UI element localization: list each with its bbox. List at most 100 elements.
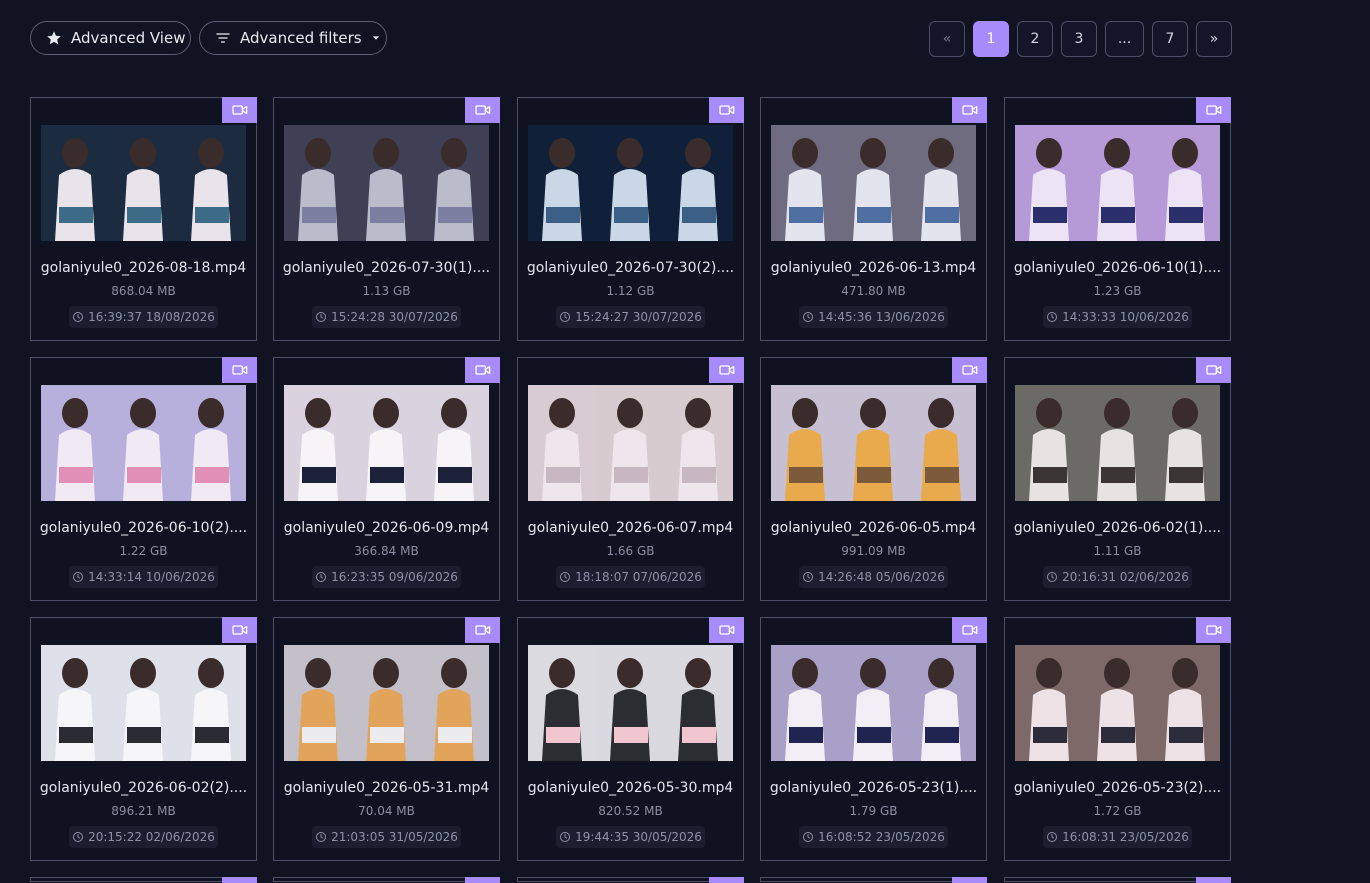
video-thumbnail[interactable] [284,645,489,761]
file-date: 19:44:35 30/05/2026 [556,826,705,848]
file-size: 820.52 MB [598,804,663,818]
advanced-view-label: Advanced View [71,29,186,47]
advanced-filters-button[interactable]: Advanced filters [199,21,387,55]
clock-icon [1047,572,1058,582]
file-card[interactable] [30,877,257,883]
video-camera-icon [474,625,490,635]
file-name: golaniyule0_2026-05-30.mp4 [527,780,734,796]
file-card[interactable]: golaniyule0_2026-06-02(2).... 896.21 MB 20… [30,617,257,861]
video-badge [1196,357,1231,383]
file-card[interactable]: golaniyule0_2026-06-13.mp4 471.80 MB 14:45… [760,97,987,341]
video-camera-icon [474,105,490,115]
file-date: 14:33:14 10/06/2026 [69,566,218,588]
pagination-page-1[interactable]: 1 [973,21,1009,57]
video-badge [1196,877,1231,883]
file-date-text: 16:08:52 23/05/2026 [818,830,945,844]
file-card[interactable]: golaniyule0_2026-05-30.mp4 820.52 MB 19:44… [517,617,744,861]
pagination-page-7[interactable]: 7 [1152,21,1188,57]
clock-icon [803,832,814,842]
pagination-ellipsis[interactable]: ... [1105,21,1144,57]
pagination-page-2[interactable]: 2 [1017,21,1053,57]
file-date: 16:23:35 09/06/2026 [312,566,461,588]
file-card[interactable]: golaniyule0_2026-06-09.mp4 366.84 MB 16:23… [273,357,500,601]
file-date: 14:33:33 10/06/2026 [1043,306,1192,328]
clock-icon [316,832,327,842]
file-card[interactable]: golaniyule0_2026-05-23(2).... 1.72 GB 16:0… [1004,617,1231,861]
file-date-text: 14:26:48 05/06/2026 [818,570,945,584]
file-name: golaniyule0_2026-06-02(2).... [39,780,248,796]
file-card[interactable]: golaniyule0_2026-07-30(1).... 1.13 GB 15:2… [273,97,500,341]
file-date-text: 16:23:35 09/06/2026 [331,570,458,584]
file-card[interactable] [273,877,500,883]
video-thumbnail[interactable] [284,385,489,501]
video-badge [952,617,987,643]
video-camera-icon [961,625,977,635]
video-badge [1196,617,1231,643]
video-thumbnail[interactable] [284,125,489,241]
file-date-text: 14:45:36 13/06/2026 [818,310,945,324]
video-badge [1196,97,1231,123]
file-name: golaniyule0_2026-06-13.mp4 [770,260,977,276]
file-date-text: 14:33:14 10/06/2026 [88,570,215,584]
file-date: 14:45:36 13/06/2026 [799,306,948,328]
video-camera-icon [1205,365,1221,375]
file-card[interactable]: golaniyule0_2026-06-07.mp4 1.66 GB 18:18:0… [517,357,744,601]
video-thumbnail[interactable] [528,645,733,761]
video-badge [222,617,257,643]
file-card[interactable]: golaniyule0_2026-06-05.mp4 991.09 MB 14:26… [760,357,987,601]
pagination-page-3[interactable]: 3 [1061,21,1097,57]
pagination-next-button[interactable]: » [1196,21,1232,57]
video-thumbnail[interactable] [41,125,246,241]
file-name: golaniyule0_2026-05-23(2).... [1013,780,1222,796]
file-name: golaniyule0_2026-07-30(2).... [526,260,735,276]
file-card[interactable]: golaniyule0_2026-08-18.mp4 868.04 MB 16:39… [30,97,257,341]
clock-icon [560,312,571,322]
video-thumbnail[interactable] [771,385,976,501]
video-thumbnail[interactable] [771,645,976,761]
video-badge [222,357,257,383]
file-name: golaniyule0_2026-06-02(1).... [1013,520,1222,536]
video-badge [952,357,987,383]
video-camera-icon [961,365,977,375]
file-size: 1.79 GB [849,804,898,818]
file-date-text: 21:03:05 31/05/2026 [331,830,458,844]
file-card[interactable] [760,877,987,883]
video-thumbnail[interactable] [771,125,976,241]
file-card[interactable]: golaniyule0_2026-05-23(1).... 1.79 GB 16:0… [760,617,987,861]
video-camera-icon [1205,625,1221,635]
video-thumbnail[interactable] [1015,125,1220,241]
video-thumbnail[interactable] [1015,645,1220,761]
file-card[interactable]: golaniyule0_2026-07-30(2).... 1.12 GB 15:2… [517,97,744,341]
video-camera-icon [718,105,734,115]
file-size: 1.23 GB [1093,284,1142,298]
video-thumbnail[interactable] [528,125,733,241]
file-card[interactable] [1004,877,1231,883]
star-icon [47,31,61,45]
video-thumbnail[interactable] [41,645,246,761]
video-thumbnail[interactable] [528,385,733,501]
video-badge [465,97,500,123]
video-camera-icon [718,365,734,375]
file-date-text: 16:39:37 18/08/2026 [88,310,215,324]
file-name: golaniyule0_2026-08-18.mp4 [40,260,247,276]
file-card[interactable]: golaniyule0_2026-06-10(2).... 1.22 GB 14:3… [30,357,257,601]
video-badge [222,877,257,883]
clock-icon [73,572,84,582]
video-camera-icon [231,365,247,375]
video-badge [709,97,744,123]
video-thumbnail[interactable] [1015,385,1220,501]
file-size: 991.09 MB [841,544,906,558]
file-card[interactable] [517,877,744,883]
video-camera-icon [231,105,247,115]
file-size: 1.12 GB [606,284,655,298]
file-card[interactable]: golaniyule0_2026-06-10(1).... 1.23 GB 14:3… [1004,97,1231,341]
video-thumbnail[interactable] [41,385,246,501]
pagination-prev-button[interactable]: « [929,21,965,57]
advanced-view-button[interactable]: Advanced View [30,21,191,55]
clock-icon [1047,312,1058,322]
file-card[interactable]: golaniyule0_2026-06-02(1).... 1.11 GB 20:1… [1004,357,1231,601]
file-name: golaniyule0_2026-06-09.mp4 [283,520,490,536]
file-card[interactable]: golaniyule0_2026-05-31.mp4 70.04 MB 21:03:… [273,617,500,861]
video-badge [952,97,987,123]
video-camera-icon [961,105,977,115]
